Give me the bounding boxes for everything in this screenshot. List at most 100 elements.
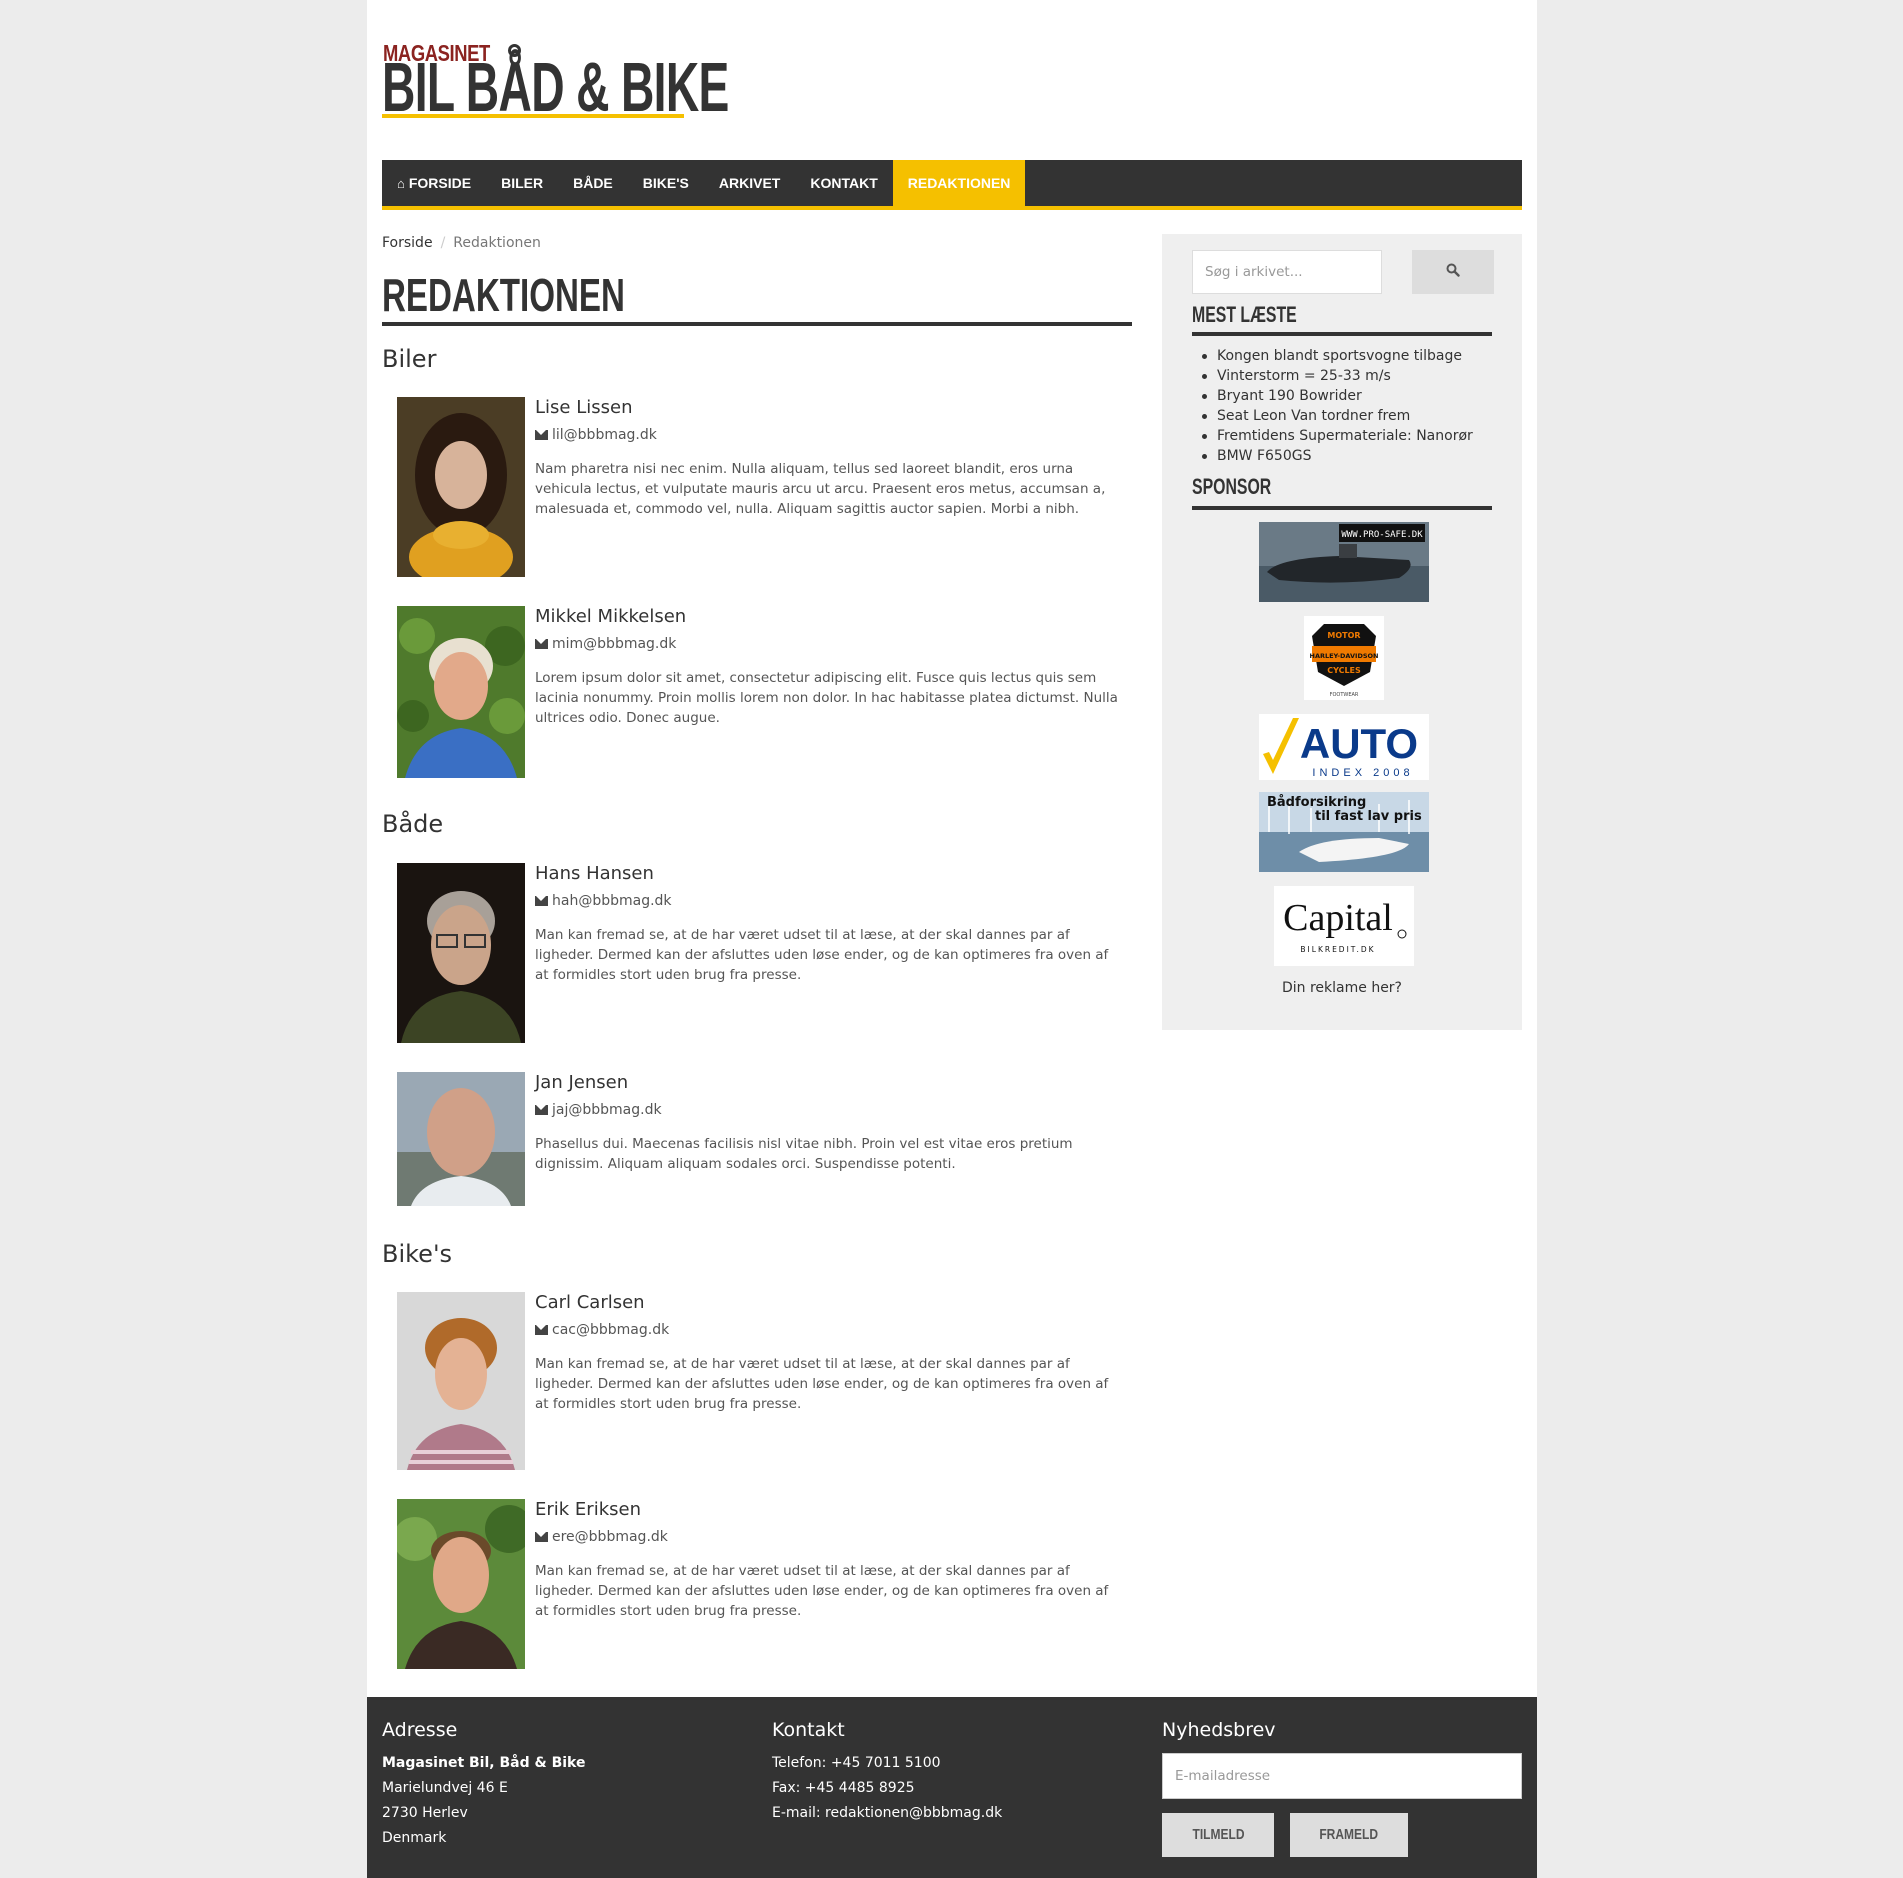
- staff-photo: [397, 1499, 525, 1669]
- staff-email[interactable]: lil@bbbmag.dk: [535, 427, 657, 443]
- staff-bio: Man kan fremad se, at de har været udset…: [535, 1356, 1109, 1412]
- breadcrumb-separator: /: [440, 235, 446, 251]
- most-read-heading: MEST LÆSTE: [1192, 302, 1297, 327]
- contact-email[interactable]: E-mail: redaktionen@bbbmag.dk: [772, 1801, 1002, 1826]
- harley-mid: HARLEY-DAVIDSON: [1310, 652, 1379, 660]
- staff-name: Hans Hansen: [535, 863, 654, 884]
- staff-name: Mikkel Mikkelsen: [535, 606, 687, 627]
- staff-bio: Phasellus dui. Maecenas facilisis nisl v…: [535, 1136, 1073, 1172]
- search-icon: [1446, 262, 1460, 281]
- staff-bio: Nam pharetra nisi nec enim. Nulla aliqua…: [535, 461, 1106, 517]
- harley-top: MOTOR: [1327, 631, 1360, 640]
- search-button[interactable]: [1412, 250, 1494, 294]
- home-icon: ⌂: [397, 176, 405, 191]
- sponsor-prosafe[interactable]: WWW.PRO-SAFE.DK: [1259, 522, 1429, 602]
- staff-bio: Man kan fremad se, at de har været udset…: [535, 1563, 1109, 1619]
- most-read-item[interactable]: Bryant 190 Bowrider: [1202, 386, 1473, 406]
- staff-photo: [397, 1072, 525, 1206]
- envelope-icon: [535, 1532, 548, 1542]
- most-read-item[interactable]: Seat Leon Van tordner frem: [1202, 406, 1473, 426]
- subscribe-button[interactable]: TILMELD: [1162, 1813, 1274, 1857]
- harley-footwear: FOOTWEAR: [1330, 692, 1359, 698]
- category-heading-bade: Både: [382, 810, 444, 838]
- staff-photo: [397, 1292, 525, 1470]
- most-read-item[interactable]: Fremtidens Supermateriale: Nanorør: [1202, 426, 1473, 446]
- sponsor-divider: [1192, 506, 1492, 510]
- staff-photo: [397, 863, 525, 1043]
- nav-item-biler[interactable]: BILER: [486, 160, 558, 206]
- staff-email[interactable]: ere@bbbmag.dk: [535, 1529, 668, 1545]
- most-read-item[interactable]: BMW F650GS: [1202, 446, 1473, 466]
- contact-fax: Fax: +45 4485 8925: [772, 1780, 915, 1796]
- breadcrumb: Forside / Redaktionen: [382, 235, 541, 251]
- staff-email[interactable]: cac@bbbmag.dk: [535, 1322, 669, 1338]
- newsletter-email-input[interactable]: E-mailadresse: [1162, 1753, 1522, 1799]
- envelope-icon: [535, 639, 548, 649]
- nav-item-kontakt[interactable]: KONTAKT: [795, 160, 892, 206]
- breadcrumb-home[interactable]: Forside: [382, 235, 433, 251]
- address-line: Denmark: [382, 1830, 447, 1846]
- envelope-icon: [535, 1105, 548, 1115]
- capital-sub: BILKREDIT.DK: [1300, 945, 1375, 954]
- page: MAGASINET BIL BÅD & BIKE ⌂ FORSIDE BILER …: [367, 0, 1537, 1878]
- staff-bio: Lorem ipsum dolor sit amet, consectetur …: [535, 670, 1118, 726]
- advertise-link[interactable]: Din reklame her?: [1162, 980, 1522, 996]
- prosafe-label: WWW.PRO-SAFE.DK: [1341, 530, 1423, 540]
- sponsor-capital-bilkredit[interactable]: Capital BILKREDIT.DK: [1274, 886, 1414, 966]
- staff-photo: [397, 397, 525, 577]
- staff-name: Jan Jensen: [535, 1072, 629, 1093]
- address-line: Marielundvej 46 E: [382, 1780, 508, 1796]
- unsubscribe-button[interactable]: FRAMELD: [1290, 1813, 1408, 1857]
- staff-name: Lise Lissen: [535, 397, 633, 418]
- most-read-item[interactable]: Vinterstorm = 25-33 m/s: [1202, 366, 1473, 386]
- staff-email[interactable]: jaj@bbbmag.dk: [535, 1102, 662, 1118]
- footer: Adresse Magasinet Bil, Båd & Bike Mariel…: [367, 1697, 1537, 1878]
- sidebar: Søg i arkivet... MEST LÆSTE Kongen bland…: [1162, 234, 1522, 1030]
- staff-email[interactable]: mim@bbbmag.dk: [535, 636, 676, 652]
- archive-search-input[interactable]: Søg i arkivet...: [1192, 250, 1382, 294]
- footer-newsletter: Nyhedsbrev: [1162, 1719, 1276, 1751]
- staff-photo: [397, 606, 525, 778]
- footer-address: Adresse Magasinet Bil, Båd & Bike Mariel…: [382, 1719, 585, 1851]
- boat-line2: til fast lav pris: [1315, 809, 1422, 824]
- breadcrumb-current: Redaktionen: [453, 235, 541, 251]
- page-title: REDAKTIONEN: [382, 269, 625, 321]
- envelope-icon: [535, 1325, 548, 1335]
- footer-contact: Kontakt Telefon: +45 7011 5100 Fax: +45 …: [772, 1719, 1002, 1826]
- main-nav: ⌂ FORSIDE BILER BÅDE BIKE'S ARKIVET KONTA…: [382, 160, 1522, 210]
- site-logo[interactable]: MAGASINET BIL BÅD & BIKE: [382, 40, 729, 122]
- logo-line2: BIL BÅD & BIKE: [382, 48, 729, 126]
- envelope-icon: [535, 896, 548, 906]
- staff-email[interactable]: hah@bbbmag.dk: [535, 893, 672, 909]
- staff-bio: Man kan fremad se, at de har været udset…: [535, 927, 1109, 983]
- logo-underline: [382, 114, 684, 118]
- footer-newsletter-heading: Nyhedsbrev: [1162, 1719, 1276, 1741]
- auto-sub: INDEX 2008: [1312, 767, 1413, 779]
- boat-line1: Bådforsikring: [1267, 795, 1366, 810]
- envelope-icon: [535, 430, 548, 440]
- category-heading-biler: Biler: [382, 345, 437, 373]
- sponsor-auto-index[interactable]: AUTO INDEX 2008: [1259, 714, 1429, 780]
- nav-item-redaktionen[interactable]: REDAKTIONEN: [892, 160, 1026, 206]
- address-line: Magasinet Bil, Båd & Bike: [382, 1755, 586, 1771]
- most-read-item[interactable]: Kongen blandt sportsvogne tilbage: [1202, 346, 1473, 366]
- title-divider: [382, 322, 1132, 326]
- most-read-divider: [1192, 332, 1492, 336]
- harley-bottom: CYCLES: [1327, 666, 1361, 675]
- address-line: 2730 Herlev: [382, 1805, 468, 1821]
- nav-item-forside[interactable]: ⌂ FORSIDE: [382, 160, 486, 206]
- footer-address-heading: Adresse: [382, 1719, 458, 1741]
- staff-name: Erik Eriksen: [535, 1499, 641, 1520]
- category-heading-bikes: Bike's: [382, 1240, 453, 1268]
- nav-item-bikes[interactable]: BIKE'S: [628, 160, 704, 206]
- most-read-list: Kongen blandt sportsvogne tilbage Vinter…: [1202, 346, 1473, 466]
- auto-main: AUTO: [1300, 720, 1418, 767]
- staff-name: Carl Carlsen: [535, 1292, 645, 1313]
- sponsor-heading: SPONSOR: [1192, 474, 1272, 499]
- sponsor-harley-davidson[interactable]: MOTOR HARLEY-DAVIDSON CYCLES FOOTWEAR: [1304, 616, 1384, 700]
- nav-item-bade[interactable]: BÅDE: [558, 160, 628, 206]
- sponsor-badforsikring[interactable]: Bådforsikring til fast lav pris: [1259, 792, 1429, 872]
- capital-main: Capital: [1283, 897, 1393, 939]
- nav-item-arkivet[interactable]: ARKIVET: [704, 160, 795, 206]
- contact-phone: Telefon: +45 7011 5100: [772, 1755, 941, 1771]
